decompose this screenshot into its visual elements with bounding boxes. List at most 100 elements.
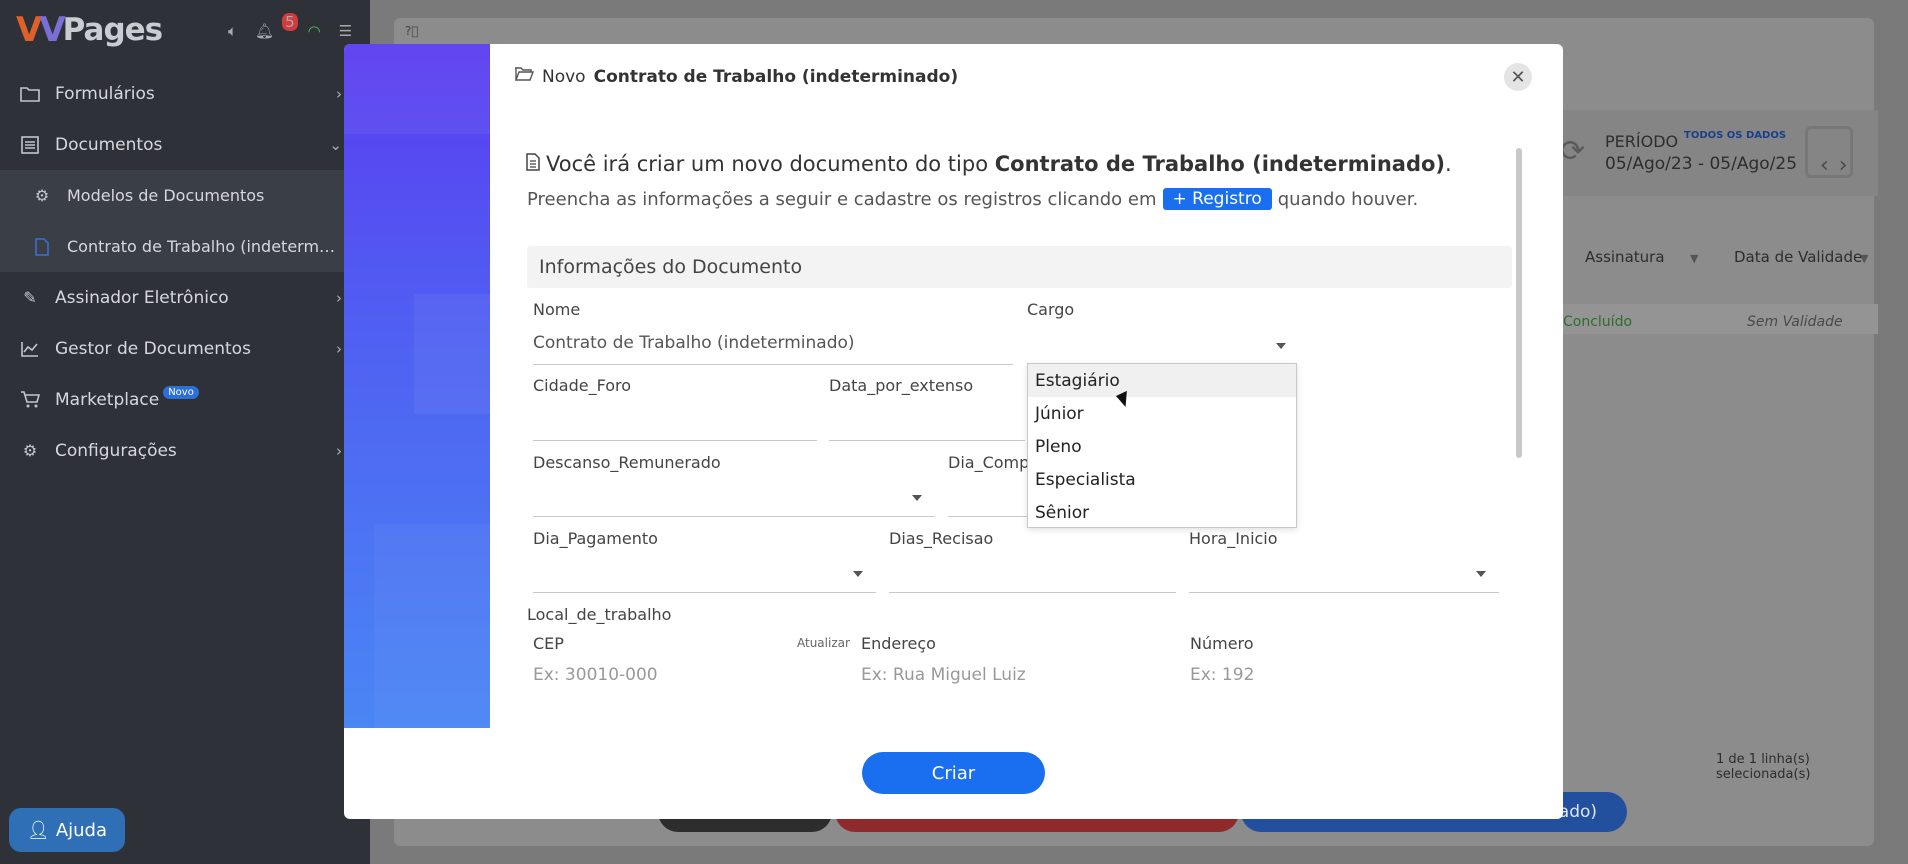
dias-recisao-input[interactable] bbox=[889, 592, 1176, 593]
modal-side-decoration bbox=[344, 44, 490, 728]
column-header-assinatura[interactable]: Assinatura bbox=[1585, 248, 1665, 266]
gear-icon: ⚙ bbox=[22, 441, 38, 460]
validade-value: Sem Validade bbox=[1747, 314, 1843, 330]
filter-icon[interactable]: ▼ bbox=[1860, 252, 1868, 265]
intro-text: quando houver. bbox=[1277, 188, 1419, 210]
descanso-label: Descanso_Remunerado bbox=[533, 453, 721, 472]
intro-doc-type: Contrato de Trabalho (indeterminado) bbox=[994, 152, 1446, 176]
decor-tile bbox=[374, 524, 490, 728]
decor-tile bbox=[414, 294, 490, 414]
document-list-icon bbox=[20, 135, 40, 155]
cargo-caret-icon[interactable] bbox=[1276, 343, 1286, 349]
cart-icon bbox=[20, 390, 40, 410]
hora-inicio-label: Hora_Inicio bbox=[1189, 529, 1278, 548]
sidebar-item-label: Formulários bbox=[55, 83, 155, 104]
endereco-input[interactable]: Ex: Rua Miguel Luiz bbox=[861, 665, 1026, 685]
chevron-right-icon: › bbox=[336, 288, 342, 307]
intro-line-1: Você irá criar um novo documento do tipo… bbox=[526, 152, 1452, 176]
period-nav-arrows-icon[interactable]: ‹› bbox=[1820, 153, 1858, 178]
close-modal-button[interactable]: ✕ bbox=[1504, 63, 1532, 91]
cargo-option-pleno[interactable]: Pleno bbox=[1028, 430, 1296, 463]
chevron-right-icon: › bbox=[336, 441, 342, 460]
numero-label: Número bbox=[1190, 634, 1254, 653]
sidebar-item-formularios[interactable]: Formulários › bbox=[0, 68, 370, 119]
chart-icon bbox=[20, 339, 40, 359]
signature-icon: ✎ bbox=[23, 288, 37, 307]
decor-tile bbox=[344, 44, 490, 134]
intro-punct: . bbox=[1445, 152, 1452, 176]
speaker-icon[interactable]: 🔈︎ bbox=[228, 22, 237, 40]
data-extenso-input[interactable] bbox=[829, 440, 1025, 441]
sidebar-item-assinador[interactable]: ✎ Assinador Eletrônico › bbox=[0, 272, 370, 323]
cidade-foro-input[interactable] bbox=[533, 440, 817, 441]
intro-line-2: Preencha as informações a seguir e cadas… bbox=[527, 188, 1418, 210]
sidebar-item-contrato[interactable]: Contrato de Trabalho (indetermina... bbox=[0, 221, 370, 272]
logo-mark-icon: VV bbox=[16, 10, 66, 50]
sidebar-item-configuracoes[interactable]: ⚙ Configurações › bbox=[0, 425, 370, 476]
modal-title-bold: Contrato de Trabalho (indeterminado) bbox=[593, 66, 959, 87]
cargo-label: Cargo bbox=[1027, 300, 1075, 319]
bell-icon[interactable]: 🔔︎ 5 bbox=[255, 13, 298, 40]
notification-badge: 5 bbox=[282, 13, 298, 31]
criar-button[interactable]: Criar bbox=[862, 752, 1045, 794]
sidebar-menu: Formulários › Documentos ⌄ ⚙ Modelos de … bbox=[0, 68, 370, 476]
sidebar-item-label: Marketplace bbox=[55, 389, 160, 410]
chevron-right-icon: › bbox=[336, 339, 342, 358]
nome-label: Nome bbox=[533, 300, 581, 319]
cep-input[interactable]: Ex: 30010-000 bbox=[533, 665, 658, 685]
atualizar-cep-link[interactable]: Atualizar bbox=[797, 636, 850, 650]
new-document-modal: Novo Contrato de Trabalho (indeterminado… bbox=[344, 44, 1563, 819]
hora-inicio-select[interactable] bbox=[1189, 592, 1499, 593]
all-data-link[interactable]: TODOS OS DADOS bbox=[1684, 130, 1786, 141]
dia-pagamento-label: Dia_Pagamento bbox=[533, 529, 658, 548]
nome-input[interactable]: Contrato de Trabalho (indeterminado) bbox=[533, 333, 855, 353]
descanso-select[interactable] bbox=[533, 516, 935, 517]
nome-underline bbox=[533, 364, 1013, 365]
novo-badge: Novo bbox=[163, 386, 199, 399]
add-registro-button[interactable]: + Registro bbox=[1162, 188, 1272, 210]
refresh-icon[interactable]: ⟳ bbox=[1560, 134, 1585, 169]
cargo-option-especialista[interactable]: Especialista bbox=[1028, 463, 1296, 496]
modal-scrollbar[interactable] bbox=[1516, 148, 1522, 458]
status-concluido: Concluído bbox=[1563, 314, 1633, 330]
document-icon bbox=[526, 152, 540, 176]
local-trabalho-label: Local_de_trabalho bbox=[527, 605, 672, 624]
folder-icon bbox=[20, 84, 40, 104]
help-label: Ajuda bbox=[55, 819, 108, 841]
cargo-option-estagiario[interactable]: Estagiário bbox=[1028, 364, 1296, 397]
help-button[interactable]: 👤︎ Ajuda bbox=[9, 808, 125, 852]
sidebar-item-modelos[interactable]: ⚙ Modelos de Documentos bbox=[0, 170, 370, 221]
dia-compe-label: Dia_Compe bbox=[948, 453, 1040, 472]
period-selector: ⟳ PERÍODO TODOS OS DADOS 05/Ago/23 - 05/… bbox=[1560, 110, 1878, 196]
wifi-icon[interactable]: ◠ bbox=[308, 22, 321, 40]
column-header-validade[interactable]: Data de Validade bbox=[1734, 248, 1862, 266]
numero-input[interactable]: Ex: 192 bbox=[1190, 665, 1254, 685]
filter-icon[interactable]: ▼ bbox=[1690, 252, 1698, 265]
user-support-icon: 👤︎ bbox=[26, 819, 50, 841]
app-logo[interactable]: VV Pages bbox=[16, 10, 163, 50]
chevron-right-icon: › bbox=[336, 84, 342, 103]
selection-count: 1 de 1 linha(s) selecionada(s) bbox=[1716, 752, 1811, 782]
cep-label: CEP bbox=[533, 634, 564, 653]
sidebar: VV Pages 🔈︎ 🔔︎ 5 ◠ ☰ Formulários › Docume… bbox=[0, 0, 370, 864]
sidebar-item-marketplace[interactable]: Marketplace Novo bbox=[0, 374, 370, 425]
cargo-option-senior[interactable]: Sênior bbox=[1028, 496, 1296, 529]
close-icon: ✕ bbox=[1510, 66, 1526, 88]
dia-pagamento-caret-icon[interactable] bbox=[853, 571, 863, 577]
modal-title: Novo Contrato de Trabalho (indeterminado… bbox=[514, 66, 958, 87]
folder-open-icon bbox=[514, 66, 535, 87]
dia-pagamento-select[interactable] bbox=[533, 592, 876, 593]
descanso-caret-icon[interactable] bbox=[912, 495, 922, 501]
cargo-option-junior[interactable]: Júnior bbox=[1028, 397, 1296, 430]
sidebar-item-documentos[interactable]: Documentos ⌄ bbox=[0, 119, 370, 170]
help-circle-icon[interactable]: ?⃝ bbox=[405, 24, 419, 38]
hora-inicio-caret-icon[interactable] bbox=[1476, 571, 1486, 577]
sidebar-item-gestor[interactable]: Gestor de Documentos › bbox=[0, 323, 370, 374]
hamburger-menu-icon[interactable]: ☰ bbox=[339, 22, 352, 40]
sidebar-item-label: Assinador Eletrônico bbox=[55, 287, 229, 308]
period-dates: 05/Ago/23 - 05/Ago/25 bbox=[1605, 154, 1798, 174]
cargo-dropdown: Estagiário Júnior Pleno Especialista Sên… bbox=[1027, 363, 1297, 528]
data-extenso-label: Data_por_extenso bbox=[829, 376, 974, 395]
modal-title-prefix: Novo bbox=[542, 66, 586, 87]
dia-compe-input[interactable] bbox=[948, 516, 1028, 517]
